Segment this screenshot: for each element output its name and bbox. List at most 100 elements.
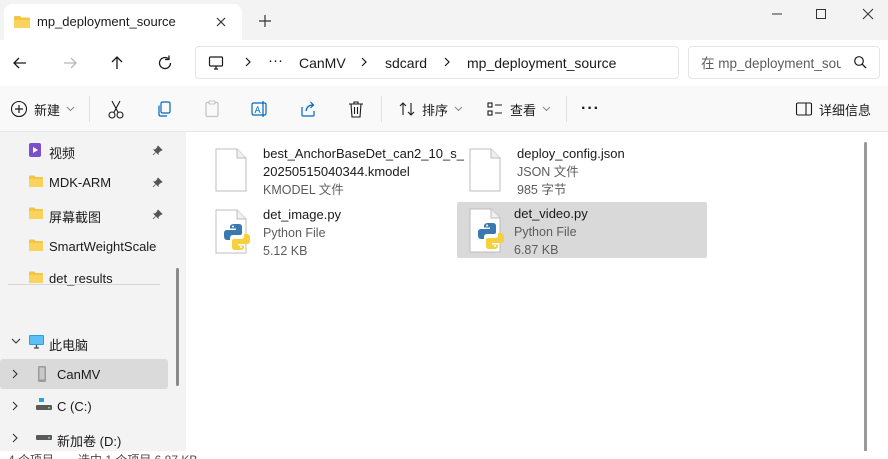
breadcrumb-item-mp-deployment-source[interactable]: mp_deployment_source [467,55,616,71]
new-tab-icon[interactable] [256,12,274,30]
address-bar[interactable]: ··· CanMV sdcard mp_deployment_source [195,46,679,79]
navigation-pane: 视频 MDK-ARM 屏幕截图 SmartWeightScale det_res… [0,132,186,459]
chevron-right-icon[interactable] [358,55,370,69]
view-button-label: 查看 [510,102,537,118]
sidebar-item-det-results[interactable]: det_results [0,263,168,293]
file-size: 5.12 KB [263,244,308,258]
status-item-count: 4 个项目 [8,451,54,459]
plus-circle-icon [10,100,28,118]
breadcrumb-more[interactable]: ··· [268,52,283,69]
sidebar-item-d-drive[interactable]: 新加卷 (D:) [0,423,168,453]
refresh-icon[interactable] [155,53,175,73]
folder-icon [29,207,43,219]
file-size: 985 字节 [517,183,567,197]
sidebar-item-mdk-arm[interactable]: MDK-ARM [0,167,168,197]
more-options-button[interactable]: ··· [581,98,600,120]
chevron-down-icon[interactable] [11,337,21,345]
folder-icon [29,239,43,251]
sidebar-item-videos[interactable]: 视频 [0,135,168,165]
drive-icon [36,435,52,440]
maximize-icon[interactable] [812,6,830,22]
copy-icon[interactable] [154,98,174,120]
file-name: deploy_config.json [517,146,625,161]
toolbar-divider [89,96,90,122]
search-box[interactable] [688,46,880,79]
navigation-bar: ··· CanMV sdcard mp_deployment_source [0,40,888,86]
view-button[interactable]: 查看 [486,98,551,120]
sort-icon [399,102,415,116]
details-pane-label: 详细信息 [819,102,872,118]
chevron-right-icon[interactable] [242,55,254,69]
device-icon [38,366,46,382]
chevron-down-icon [66,106,75,112]
paste-icon[interactable] [202,98,222,120]
sort-button[interactable]: 排序 [398,98,463,120]
sidebar-item-label: MDK-ARM [49,175,112,190]
computer-icon [29,335,44,349]
toolbar-divider [381,96,382,122]
blank-file-icon [469,148,501,192]
rename-icon[interactable]: A [250,98,270,120]
monitor-icon[interactable] [208,55,224,71]
details-pane-button[interactable]: 详细信息 [795,98,871,120]
file-size: 6.87 KB [514,243,559,257]
cut-icon[interactable] [106,98,126,120]
sidebar-item-this-pc[interactable]: 此电脑 [0,327,168,357]
back-arrow-icon[interactable] [10,53,30,73]
file-name: det_video.py [514,206,588,221]
sidebar-item-smartweightscale[interactable]: SmartWeightScale [0,231,168,261]
sidebar-item-screenshots[interactable]: 屏幕截图 [0,199,168,229]
file-type: JSON 文件 [517,165,579,179]
svg-text:A: A [255,106,262,116]
file-type: Python File [514,225,577,239]
file-item-det-image[interactable]: det_image.py Python File 5.12 KB [206,203,456,259]
pin-icon[interactable] [152,177,163,188]
details-pane-icon [795,102,813,116]
chevron-right-icon[interactable] [441,55,453,69]
tab-mp-deployment-source[interactable]: mp_deployment_source [4,4,242,40]
close-tab-icon[interactable] [213,14,229,30]
chevron-right-icon[interactable] [11,369,19,379]
file-list: best_AnchorBaseDet_can2_10_s_ 2025051504… [186,132,888,459]
breadcrumb-item-canmv[interactable]: CanMV [299,55,346,71]
file-item-det-video[interactable]: det_video.py Python File 6.87 KB [457,202,707,258]
sidebar-item-label: C (C:) [57,399,92,414]
python-file-icon [469,208,504,253]
minimize-icon[interactable] [768,6,786,22]
pin-icon[interactable] [152,209,163,220]
chevron-right-icon[interactable] [11,433,19,443]
sidebar-item-label: SmartWeightScale [49,239,157,254]
pin-icon[interactable] [152,145,163,156]
sidebar-item-label: 视频 [49,146,76,161]
chevron-down-icon [542,106,551,112]
search-input[interactable] [701,54,841,72]
sidebar-scrollbar[interactable] [176,268,179,386]
file-list-scrollbar[interactable] [864,142,867,454]
sidebar-item-label: 新加卷 (D:) [57,434,122,449]
close-window-icon[interactable] [859,6,877,22]
up-arrow-icon[interactable] [107,53,127,73]
file-item-kmodel[interactable]: best_AnchorBaseDet_can2_10_s_ 2025051504… [206,142,464,198]
search-icon[interactable] [853,55,868,70]
folder-icon [29,175,43,187]
drive-icon [36,398,52,410]
forward-arrow-icon[interactable] [60,53,80,73]
file-type: KMODEL 文件 [263,183,344,197]
breadcrumb-item-sdcard[interactable]: sdcard [385,55,427,71]
sort-button-label: 排序 [422,102,449,118]
delete-icon[interactable] [346,98,366,120]
chevron-right-icon[interactable] [11,401,19,411]
file-item-deploy-config[interactable]: deploy_config.json JSON 文件 985 字节 [460,142,710,198]
new-button[interactable]: 新建 [10,98,75,120]
file-type: Python File [263,226,326,240]
sidebar-item-label: CanMV [57,367,101,382]
view-icon [487,102,502,116]
sidebar-item-canmv[interactable]: CanMV [0,359,168,389]
share-icon[interactable] [298,98,318,120]
sidebar-divider [8,284,160,285]
tab-title: mp_deployment_source [37,14,176,29]
folder-icon [14,16,30,28]
folder-icon [29,271,43,283]
command-bar: 新建 A 排序 查看 ··· 详细信息 [0,86,888,132]
sidebar-item-c-drive[interactable]: C (C:) [0,391,168,421]
